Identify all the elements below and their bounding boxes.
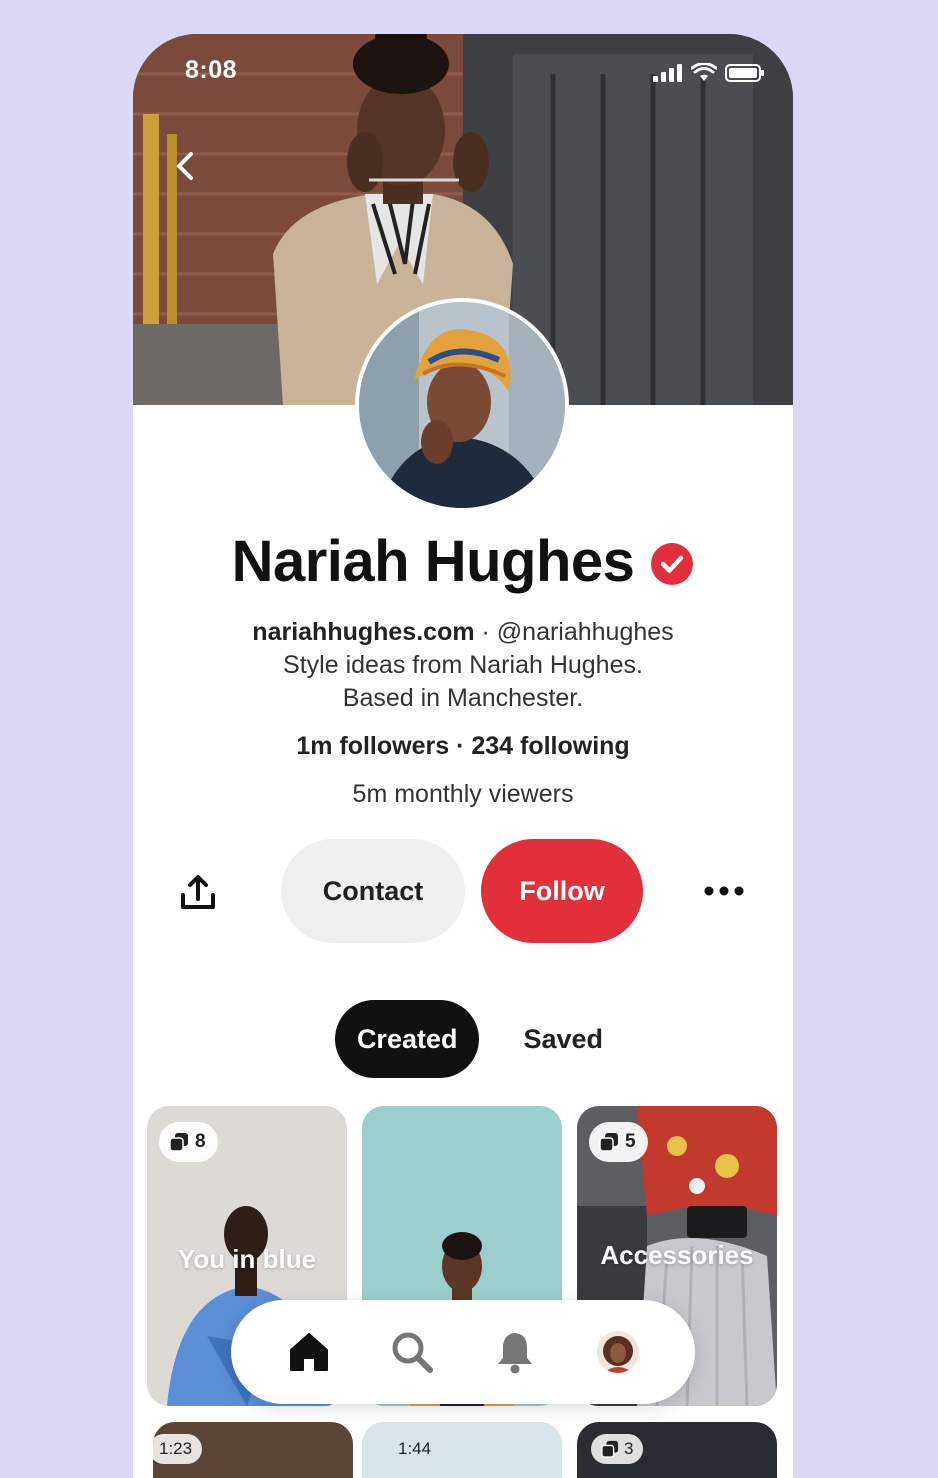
profile-name-row: Nariah Hughes [133,528,793,595]
profile-links: nariahhughes.com · @nariahhughes [133,616,793,648]
more-dots-icon [704,886,744,896]
bottom-nav [231,1300,695,1404]
battery-icon [725,64,764,82]
stats-separator: · [449,732,472,760]
contact-button[interactable]: Contact [281,839,465,943]
meta-separator: · [474,618,497,646]
board-title: You in blue [177,1244,317,1274]
nav-notifications[interactable] [487,1324,543,1380]
profile-bio-line1: Style ideas from Nariah Hughes. [283,651,643,679]
share-icon [181,875,215,909]
more-options-button[interactable] [699,871,749,911]
status-bar: 8:08 [133,34,793,114]
profile-tabs: Created Saved [133,1000,793,1078]
stack-icon [601,1440,619,1458]
signal-icon [653,64,682,82]
board-count: 3 [624,1439,634,1458]
phone-screen: 8:08 Nariah Hughes nariahhughes.com · @n… [133,34,793,1478]
board-count: 5 [625,1131,636,1152]
tab-created[interactable]: Created [334,1000,480,1078]
board-count-badge: 5 [589,1122,648,1162]
following-count[interactable]: 234 following [471,732,629,760]
tab-saved[interactable]: Saved [501,1000,625,1078]
video-duration: 1:23 [153,1434,203,1464]
board-count: 8 [195,1131,206,1152]
profile-avatar [355,298,569,512]
board-count-badge: 8 [159,1122,218,1162]
profile-name: Nariah Hughes [231,529,635,594]
follow-button[interactable]: Follow [481,839,643,943]
nav-profile[interactable] [590,1324,646,1380]
profile-stats: 1m followers · 234 following [133,730,793,762]
back-button[interactable] [163,144,207,188]
website-link[interactable]: nariahhughes.com [252,618,474,646]
profile-actions: Contact Follow [133,839,793,943]
home-icon [289,1333,328,1371]
followers-count[interactable]: 1m followers [296,732,449,760]
share-button[interactable] [173,867,223,917]
search-icon [392,1332,433,1373]
board-count-badge: 3 [591,1434,644,1464]
chevron-left-icon [177,152,193,180]
nav-search[interactable] [384,1324,440,1380]
status-time: 8:08 [185,56,238,84]
board-card[interactable]: 3 [577,1422,777,1478]
pin-card[interactable]: 1:44 [362,1422,562,1478]
profile-bio-line2: Based in Manchester. [342,684,584,712]
board-title: Accessories [600,1240,754,1270]
status-icons [653,63,765,83]
wifi-icon [691,63,717,81]
stack-icon [599,1133,618,1152]
profile-avatar-icon [596,1331,639,1373]
stack-icon [169,1133,188,1152]
verified-badge-icon [651,542,694,585]
profile-handle: @nariahhughes [496,618,674,646]
pin-card[interactable]: 1:23 [153,1422,353,1478]
monthly-viewers: 5m monthly viewers [352,780,574,808]
bell-icon [497,1333,532,1374]
video-duration: 1:44 [398,1439,432,1458]
nav-home[interactable] [281,1324,337,1380]
